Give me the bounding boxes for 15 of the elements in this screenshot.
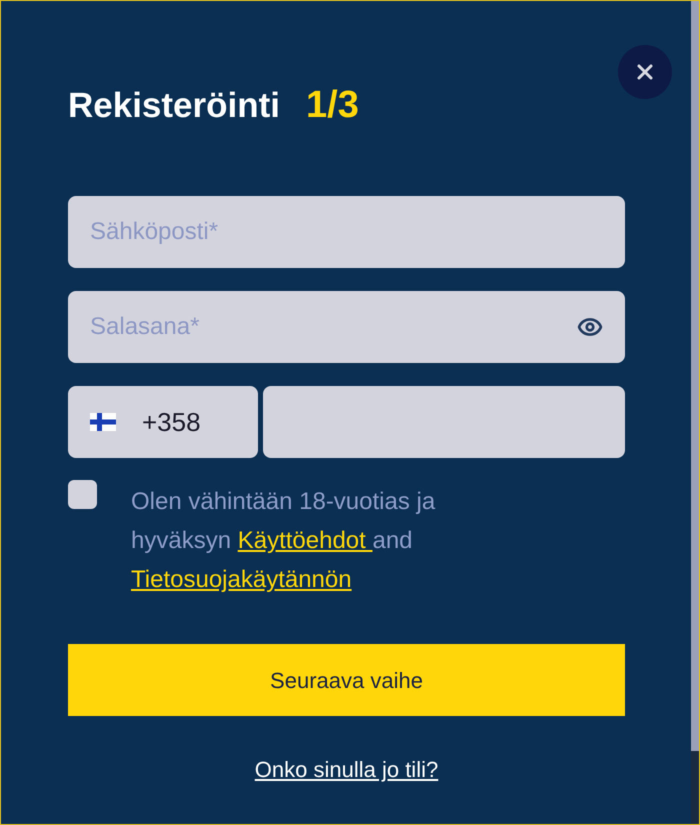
country-code-select[interactable]: +358	[68, 386, 258, 458]
flag-icon	[90, 413, 116, 431]
consent-text: Olen vähintään 18-vuotias ja hyväksyn Käyttöehdot and Tietosuojakäytännön	[131, 487, 436, 595]
scrollbar[interactable]	[691, 1, 699, 824]
country-code: +358	[142, 406, 201, 438]
privacy-link[interactable]: Tietosuojakäytännön	[131, 566, 352, 593]
step-indicator: 1/3	[306, 83, 359, 128]
next-step-button[interactable]: Seuraava vaihe	[68, 644, 625, 716]
terms-link[interactable]: Käyttöehdot	[238, 527, 372, 554]
login-link[interactable]: Onko sinulla jo tili?	[254, 753, 438, 786]
password-field[interactable]: Salasana*	[68, 291, 625, 363]
dialog-title: Rekisteröinti	[68, 85, 280, 127]
phone-field[interactable]	[263, 386, 625, 458]
consent-checkbox[interactable]	[68, 480, 97, 509]
email-field[interactable]: Sähköposti*	[68, 196, 625, 268]
